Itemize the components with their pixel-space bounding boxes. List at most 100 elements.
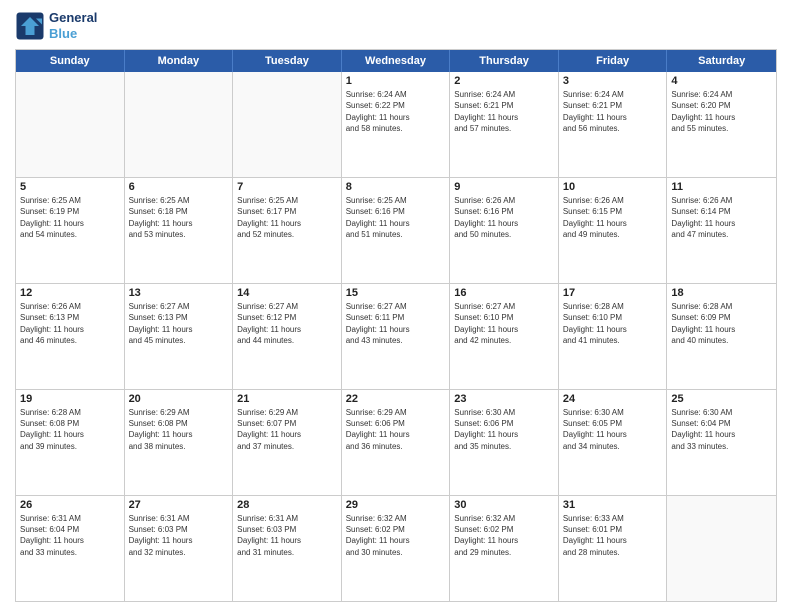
cell-info-line: and 35 minutes. [454, 441, 554, 452]
cell-info-line: Daylight: 11 hours [671, 112, 772, 123]
calendar-cell: 27Sunrise: 6:31 AMSunset: 6:03 PMDayligh… [125, 496, 234, 601]
calendar-cell: 29Sunrise: 6:32 AMSunset: 6:02 PMDayligh… [342, 496, 451, 601]
calendar-cell: 9Sunrise: 6:26 AMSunset: 6:16 PMDaylight… [450, 178, 559, 283]
cell-info-line: Sunset: 6:20 PM [671, 100, 772, 111]
cell-info-line: Daylight: 11 hours [454, 112, 554, 123]
day-number: 16 [454, 287, 554, 299]
calendar-cell: 4Sunrise: 6:24 AMSunset: 6:20 PMDaylight… [667, 72, 776, 177]
cell-info-line: Sunrise: 6:27 AM [129, 301, 229, 312]
cell-info-line: Sunrise: 6:24 AM [671, 89, 772, 100]
cell-info-line: Daylight: 11 hours [129, 324, 229, 335]
cell-info-line: Sunset: 6:09 PM [671, 312, 772, 323]
cell-info-line: Sunset: 6:13 PM [20, 312, 120, 323]
cell-info-line: Sunrise: 6:24 AM [563, 89, 663, 100]
cell-info-line: Sunrise: 6:28 AM [671, 301, 772, 312]
cell-info-line: Sunset: 6:08 PM [129, 418, 229, 429]
cell-info-line: and 36 minutes. [346, 441, 446, 452]
day-number: 22 [346, 393, 446, 405]
day-number: 26 [20, 499, 120, 511]
cell-info-line: Sunrise: 6:26 AM [563, 195, 663, 206]
calendar: SundayMondayTuesdayWednesdayThursdayFrid… [15, 49, 777, 602]
cell-info-line: and 50 minutes. [454, 229, 554, 240]
day-number: 28 [237, 499, 337, 511]
day-number: 30 [454, 499, 554, 511]
cell-info-line: Daylight: 11 hours [237, 218, 337, 229]
day-number: 10 [563, 181, 663, 193]
cell-info-line: Sunrise: 6:27 AM [454, 301, 554, 312]
cell-info-line: and 51 minutes. [346, 229, 446, 240]
day-number: 31 [563, 499, 663, 511]
day-number: 23 [454, 393, 554, 405]
cell-info-line: Sunset: 6:17 PM [237, 206, 337, 217]
calendar-cell: 12Sunrise: 6:26 AMSunset: 6:13 PMDayligh… [16, 284, 125, 389]
logo-line1: General [49, 10, 97, 26]
cell-info-line: Daylight: 11 hours [454, 429, 554, 440]
cell-info-line: Daylight: 11 hours [346, 535, 446, 546]
cell-info-line: Sunrise: 6:29 AM [346, 407, 446, 418]
calendar-header: SundayMondayTuesdayWednesdayThursdayFrid… [16, 50, 776, 72]
day-number: 19 [20, 393, 120, 405]
calendar-row-4: 19 Sunrise: 6:28 AM Sunset: 6:08 PM Dayligh… [16, 389, 776, 495]
day-number: 18 [671, 287, 772, 299]
cell-info-line: Daylight: 11 hours [20, 429, 120, 440]
cell-info-line: Daylight: 11 hours [563, 535, 663, 546]
calendar-cell: 19Sunrise: 6:28 AMSunset: 6:08 PMDayligh… [16, 390, 125, 495]
cell-info-line: and 49 minutes. [563, 229, 663, 240]
day-number: 13 [129, 287, 229, 299]
cell-info-line: Daylight: 11 hours [129, 218, 229, 229]
day-number: 20 [129, 393, 229, 405]
calendar-cell: 17Sunrise: 6:28 AMSunset: 6:10 PMDayligh… [559, 284, 668, 389]
calendar-cell: 6Sunrise: 6:25 AMSunset: 6:18 PMDaylight… [125, 178, 234, 283]
calendar-cell: 3Sunrise: 6:24 AMSunset: 6:21 PMDaylight… [559, 72, 668, 177]
cell-info-line: Sunset: 6:11 PM [346, 312, 446, 323]
day-header-friday: Friday [559, 50, 668, 72]
cell-info-line: Sunset: 6:06 PM [454, 418, 554, 429]
cell-info-line: Daylight: 11 hours [454, 324, 554, 335]
cell-info-line: and 42 minutes. [454, 335, 554, 346]
cell-info-line: Sunrise: 6:25 AM [20, 195, 120, 206]
day-number: 3 [563, 75, 663, 87]
day-number: 12 [20, 287, 120, 299]
logo-icon [15, 11, 45, 41]
day-number: 27 [129, 499, 229, 511]
cell-info-line: and 37 minutes. [237, 441, 337, 452]
cell-info-line: and 38 minutes. [129, 441, 229, 452]
day-number: 8 [346, 181, 446, 193]
cell-info-line: and 45 minutes. [129, 335, 229, 346]
cell-info-line: Sunset: 6:13 PM [129, 312, 229, 323]
calendar-body: 1Sunrise: 6:24 AMSunset: 6:22 PMDaylight… [16, 72, 776, 601]
cell-info-line: and 41 minutes. [563, 335, 663, 346]
cell-info-line: Daylight: 11 hours [129, 535, 229, 546]
calendar-cell: 15Sunrise: 6:27 AMSunset: 6:11 PMDayligh… [342, 284, 451, 389]
cell-info-line: Sunrise: 6:26 AM [20, 301, 120, 312]
calendar-cell: 23Sunrise: 6:30 AMSunset: 6:06 PMDayligh… [450, 390, 559, 495]
cell-info-line: Daylight: 11 hours [20, 535, 120, 546]
day-number: 7 [237, 181, 337, 193]
cell-info-line: and 53 minutes. [129, 229, 229, 240]
cell-info-line: Sunset: 6:07 PM [237, 418, 337, 429]
cell-info-line: and 44 minutes. [237, 335, 337, 346]
cell-info-line: Sunrise: 6:24 AM [346, 89, 446, 100]
cell-info-line: Sunset: 6:18 PM [129, 206, 229, 217]
logo-line2: Blue [49, 26, 97, 42]
cell-info-line: Sunset: 6:10 PM [454, 312, 554, 323]
day-number: 24 [563, 393, 663, 405]
day-header-wednesday: Wednesday [342, 50, 451, 72]
cell-info-line: Sunrise: 6:28 AM [20, 407, 120, 418]
cell-info-line: and 40 minutes. [671, 335, 772, 346]
calendar-cell: 11Sunrise: 6:26 AMSunset: 6:14 PMDayligh… [667, 178, 776, 283]
cell-info-line: Sunset: 6:10 PM [563, 312, 663, 323]
day-header-sunday: Sunday [16, 50, 125, 72]
cell-info-line: Sunset: 6:04 PM [20, 524, 120, 535]
calendar-cell: 2Sunrise: 6:24 AMSunset: 6:21 PMDaylight… [450, 72, 559, 177]
cell-info-line: Sunrise: 6:25 AM [129, 195, 229, 206]
calendar-cell: 13 Sunrise: 6:27 AMSunset: 6:13 PMDayligh… [125, 284, 234, 389]
calendar-cell: 20Sunrise: 6:29 AMSunset: 6:08 PMDayligh… [125, 390, 234, 495]
cell-info-line: Sunset: 6:22 PM [346, 100, 446, 111]
day-number: 11 [671, 181, 772, 193]
calendar-cell: 16 Sunrise: 6:27 AMSunset: 6:10 PMDayligh… [450, 284, 559, 389]
calendar-cell [233, 72, 342, 177]
cell-info-line: and 58 minutes. [346, 123, 446, 134]
day-header-monday: Monday [125, 50, 234, 72]
calendar-cell: 26Sunrise: 6:31 AMSunset: 6:04 PMDayligh… [16, 496, 125, 601]
